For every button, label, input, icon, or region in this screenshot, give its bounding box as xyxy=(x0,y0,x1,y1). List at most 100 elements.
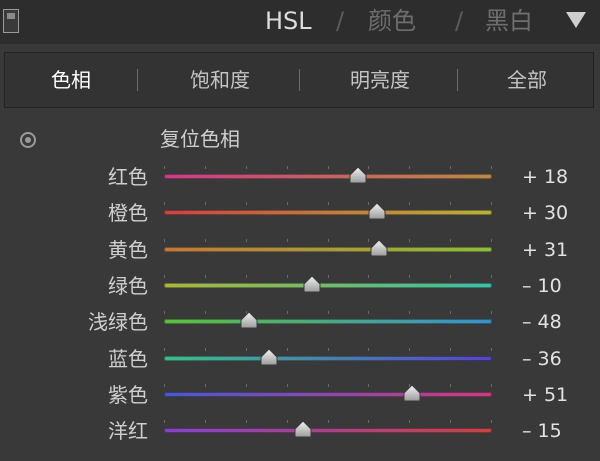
slider-tick xyxy=(286,383,288,387)
slider-tick xyxy=(204,311,206,315)
hsl-subtab-bar: 色相 饱和度 明亮度 全部 xyxy=(4,52,594,108)
slider-tick xyxy=(368,274,370,278)
slider-value[interactable]: – 10 xyxy=(522,271,562,301)
slider-tick xyxy=(245,202,247,206)
slider-ticks xyxy=(164,383,492,388)
slider-tick xyxy=(450,202,452,206)
reset-hue-label[interactable]: 复位色相 xyxy=(160,124,240,154)
slider-tick xyxy=(409,238,411,242)
slider-tick xyxy=(245,347,247,351)
slider-tick xyxy=(164,383,165,387)
slider-row: 紫色 + 51 xyxy=(0,378,600,414)
slider-row: 浅绿色 – 48 xyxy=(0,305,600,341)
slider-tick xyxy=(368,166,370,169)
slider-track[interactable] xyxy=(164,428,492,434)
slider-tick xyxy=(450,383,452,387)
slider-tick xyxy=(491,166,492,169)
slider-row: 洋红 – 15 xyxy=(0,414,600,450)
tab-saturation[interactable]: 饱和度 xyxy=(145,53,295,107)
slider-track[interactable] xyxy=(164,210,492,216)
tab-all[interactable]: 全部 xyxy=(461,53,593,107)
slider-tick xyxy=(368,311,370,315)
slider-tick xyxy=(286,347,288,351)
slider-label: 洋红 xyxy=(108,419,148,444)
header-separator: / xyxy=(336,7,345,35)
tab-black-white[interactable]: 黑白 xyxy=(485,6,533,36)
slider-tick xyxy=(164,420,165,424)
slider-tick xyxy=(327,238,329,242)
slider-tick xyxy=(368,347,370,351)
slider-row: 黄色 + 31 xyxy=(0,233,600,269)
slider-value[interactable]: – 36 xyxy=(522,344,562,374)
tab-hsl[interactable]: HSL xyxy=(265,6,312,36)
slider-value[interactable]: + 51 xyxy=(522,380,568,410)
slider-row: 绿色 – 10 xyxy=(0,269,600,305)
slider-tick xyxy=(368,420,370,424)
slider-track[interactable] xyxy=(164,355,492,361)
panel-header: HSL / 颜色 / 黑白 xyxy=(0,0,600,44)
slider-value[interactable]: + 31 xyxy=(522,235,568,265)
slider-tick xyxy=(245,166,247,169)
slider-ticks xyxy=(164,202,492,206)
slider-tick xyxy=(164,166,165,169)
slider-tick xyxy=(491,383,492,387)
tab-divider xyxy=(299,69,300,91)
slider-tick xyxy=(204,347,206,351)
slider-tick xyxy=(368,383,370,387)
slider-ticks xyxy=(164,274,492,279)
slider-tick xyxy=(204,420,206,424)
tab-divider xyxy=(137,69,138,91)
slider-tick xyxy=(409,274,411,278)
slider-tick xyxy=(450,311,452,315)
slider-value[interactable]: – 48 xyxy=(522,307,562,337)
slider-value[interactable]: – 15 xyxy=(522,416,562,446)
header-separator: / xyxy=(455,7,464,35)
slider-tick xyxy=(286,274,288,278)
targeted-adjustment-icon[interactable] xyxy=(20,132,36,148)
slider-ticks xyxy=(164,166,492,170)
slider-tick xyxy=(327,311,329,315)
slider-track[interactable] xyxy=(164,174,492,179)
slider-track[interactable] xyxy=(164,246,492,252)
slider-tick xyxy=(327,274,329,278)
slider-tick xyxy=(450,274,452,278)
slider-tick xyxy=(409,311,411,315)
tab-color[interactable]: 颜色 xyxy=(368,6,416,36)
slider-row: 蓝色 – 36 xyxy=(0,342,600,378)
slider-label: 黄色 xyxy=(108,237,148,262)
hsl-panel: HSL / 颜色 / 黑白 色相 饱和度 明亮度 全部 复位色相 红色 + 18 橙… xyxy=(0,0,600,461)
panel-switch-icon[interactable] xyxy=(3,9,19,33)
slider-track[interactable] xyxy=(164,319,492,325)
slider-ticks xyxy=(164,347,492,352)
slider-tick xyxy=(245,274,247,278)
collapse-triangle-icon[interactable] xyxy=(566,12,586,28)
slider-track[interactable] xyxy=(164,282,492,288)
tab-hue[interactable]: 色相 xyxy=(5,53,137,107)
slider-tick xyxy=(204,383,206,387)
slider-tick xyxy=(204,202,206,206)
slider-value[interactable]: + 18 xyxy=(522,162,568,192)
slider-tick xyxy=(327,347,329,351)
slider-tick xyxy=(409,202,411,206)
slider-tick xyxy=(164,238,165,242)
slider-tick xyxy=(286,420,288,424)
slider-tick xyxy=(286,166,288,169)
tab-divider xyxy=(457,69,458,91)
slider-row: 红色 + 18 xyxy=(0,160,600,196)
slider-tick xyxy=(450,238,452,242)
slider-tick xyxy=(286,238,288,242)
slider-tick xyxy=(164,311,165,315)
slider-ticks xyxy=(164,420,492,424)
slider-tick xyxy=(245,383,247,387)
slider-tick xyxy=(204,274,206,278)
slider-label: 蓝色 xyxy=(108,346,148,371)
slider-tick xyxy=(164,274,165,278)
slider-tick xyxy=(286,311,288,315)
tab-luminance[interactable]: 明亮度 xyxy=(305,53,455,107)
slider-label: 绿色 xyxy=(108,273,148,298)
slider-label: 紫色 xyxy=(108,382,148,407)
slider-track[interactable] xyxy=(164,391,492,397)
slider-value[interactable]: + 30 xyxy=(522,198,568,228)
slider-tick xyxy=(409,347,411,351)
slider-tick xyxy=(491,311,492,315)
